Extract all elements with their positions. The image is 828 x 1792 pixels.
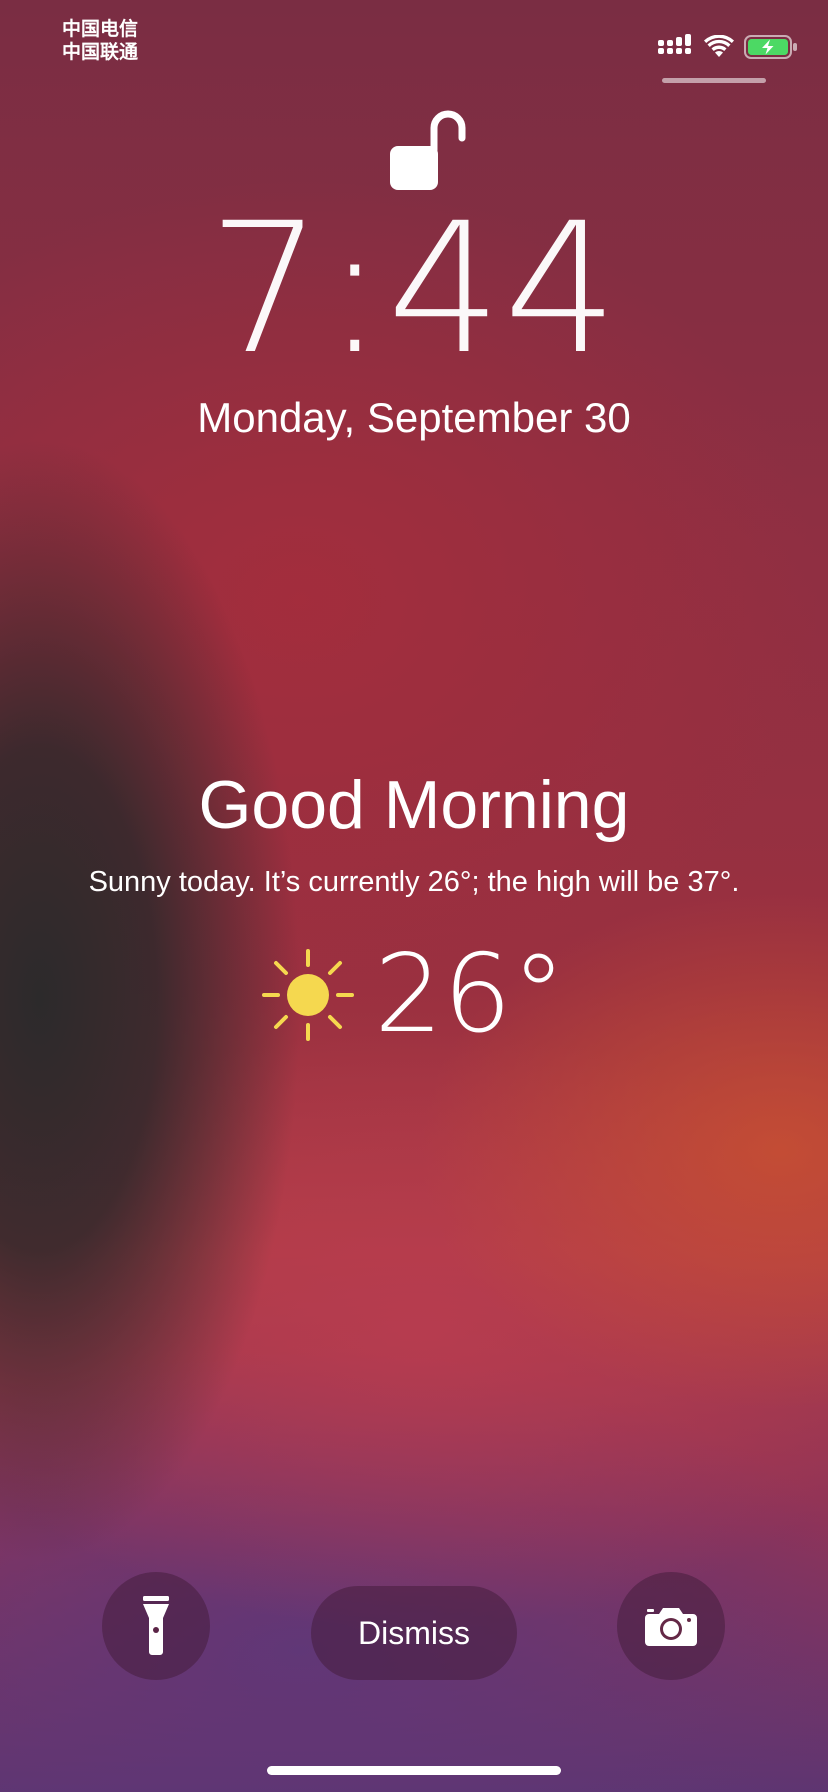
control-center-indicator[interactable] — [662, 78, 766, 83]
home-indicator[interactable] — [267, 1766, 561, 1775]
battery-charging-icon — [744, 35, 797, 59]
unlocked-padlock-icon — [390, 110, 466, 190]
status-icons — [658, 34, 798, 60]
current-temperature: 26° — [374, 932, 566, 1057]
lock-screen: 中国电信 中国联通 7:44 Monday, September 30 Good… — [0, 0, 828, 1792]
lock-date: Monday, September 30 — [197, 394, 631, 441]
wifi-icon — [704, 35, 734, 57]
carrier-labels: 中国电信 中国联通 — [62, 18, 138, 64]
cellular-signal-icon — [658, 34, 691, 54]
flashlight-icon — [143, 1596, 169, 1655]
weather-greeting: Good Morning — [198, 767, 630, 843]
dismiss-button[interactable]: Dismiss — [311, 1586, 517, 1680]
flashlight-button[interactable] — [102, 1572, 210, 1680]
lock-time: 7:44 — [207, 185, 621, 394]
sun-icon — [262, 949, 355, 1041]
camera-icon — [645, 1608, 697, 1646]
weather-current: 26° — [0, 940, 828, 1050]
carrier-name-primary: 中国电信 — [62, 19, 139, 40]
carrier-name-secondary: 中国联通 — [62, 42, 139, 63]
camera-button[interactable] — [617, 1572, 725, 1680]
weather-summary: Sunny today. It’s currently 26°; the hig… — [88, 866, 740, 898]
